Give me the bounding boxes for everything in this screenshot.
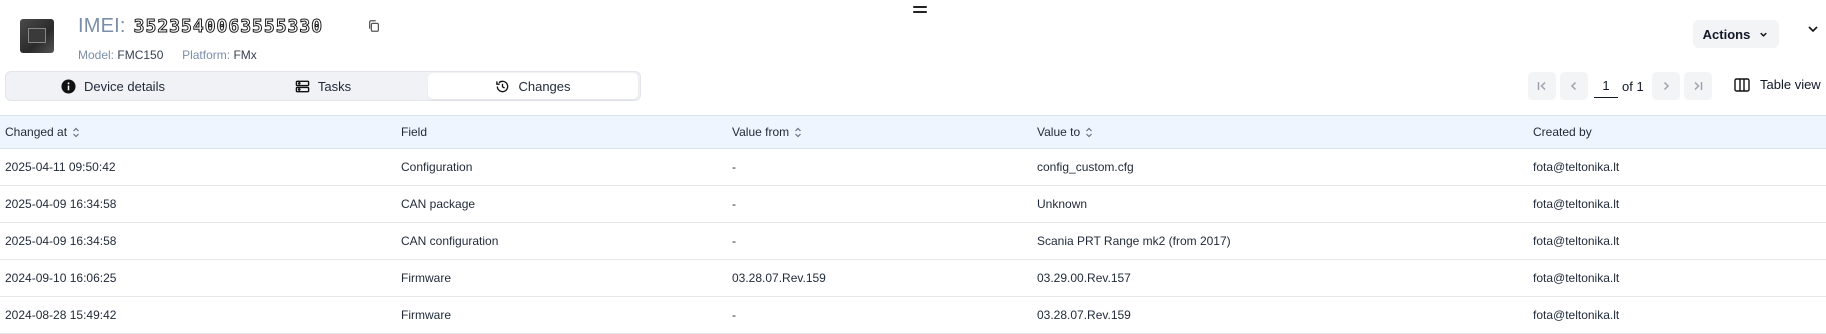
cell-value-to: Scania PRT Range mk2 (from 2017) (1037, 234, 1231, 248)
column-label: Value from (732, 125, 790, 139)
cell-changed-at: 2025-04-09 16:34:58 (5, 234, 117, 248)
cell-changed-at: 2024-09-10 16:06:25 (5, 271, 117, 285)
table-row[interactable]: 2025-04-09 16:34:58 CAN configuration - … (0, 223, 1826, 260)
info-icon (61, 78, 76, 94)
cell-created-by: fota@teltonika.lt (1533, 308, 1620, 322)
table-row[interactable]: 2025-04-11 09:50:42 Configuration - conf… (0, 149, 1826, 186)
collapse-chevron-icon[interactable] (1806, 22, 1820, 36)
imei-label: IMEI: (78, 14, 126, 37)
cell-value-to: 03.29.00.Rev.157 (1037, 271, 1131, 285)
actions-label: Actions (1702, 26, 1751, 42)
device-title-block: IMEI: 3523540063555330 Model: FMC150 Pla… (78, 14, 385, 62)
first-page-button[interactable] (1528, 72, 1556, 100)
chevron-left-icon (1570, 81, 1577, 91)
tab-label: Device details (84, 78, 165, 94)
imei-row: IMEI: 3523540063555330 (78, 14, 385, 38)
cell-changed-at: 2024-08-28 15:49:42 (5, 308, 117, 322)
last-page-icon (1694, 81, 1702, 91)
cell-field: Firmware (401, 308, 451, 322)
sort-icon (73, 127, 79, 137)
device-header: IMEI: 3523540063555330 Model: FMC150 Pla… (20, 14, 385, 62)
cell-created-by: fota@teltonika.lt (1533, 160, 1620, 174)
copy-icon[interactable] (363, 15, 385, 37)
platform-value: FMx (233, 48, 257, 62)
platform-label: Platform: (182, 48, 231, 62)
cell-value-from: - (732, 234, 736, 248)
drag-handle-icon[interactable] (913, 6, 927, 16)
column-label: Changed at (5, 125, 68, 139)
cell-value-from: 03.28.07.Rev.159 (732, 271, 826, 285)
changes-table: Changed at Field Value from Value to Cre… (0, 115, 1826, 334)
column-header-field: Field (401, 116, 427, 148)
next-page-button[interactable] (1651, 72, 1680, 100)
first-page-icon (1537, 81, 1546, 91)
pagination: 1 of 1 (1528, 72, 1716, 100)
model-value: FMC150 (117, 48, 164, 62)
table-view-toggle[interactable]: Table view (1734, 77, 1821, 92)
cell-created-by: fota@teltonika.lt (1533, 234, 1620, 248)
tab-bar: Device details Tasks Changes (5, 71, 641, 101)
tab-device-details[interactable]: Device details (8, 73, 218, 99)
column-header-value-to[interactable]: Value to (1037, 116, 1093, 148)
cell-value-from: - (732, 197, 736, 211)
cell-value-to: Unknown (1037, 197, 1088, 211)
column-label: Created by (1533, 125, 1592, 139)
tab-label: Tasks (317, 78, 352, 94)
cell-created-by: fota@teltonika.lt (1533, 271, 1620, 285)
column-label: Value to (1037, 125, 1081, 139)
page-total: of 1 (1622, 78, 1644, 94)
tab-changes[interactable]: Changes (428, 73, 638, 99)
column-header-created-by: Created by (1533, 116, 1592, 148)
tab-tasks[interactable]: Tasks (218, 73, 428, 99)
model-label: Model: (78, 48, 115, 62)
cell-field: Firmware (401, 271, 451, 285)
cell-value-to: config_custom.cfg (1037, 160, 1134, 174)
table-header: Changed at Field Value from Value to Cre… (0, 115, 1826, 149)
column-header-changed-at[interactable]: Changed at (5, 116, 80, 148)
cell-value-from: - (732, 308, 736, 322)
cell-value-to: 03.28.07.Rev.159 (1037, 308, 1131, 322)
cell-created-by: fota@teltonika.lt (1533, 197, 1620, 211)
tasks-icon (295, 80, 310, 92)
chevron-right-icon (1663, 81, 1669, 91)
cell-changed-at: 2025-04-11 09:50:42 (5, 160, 116, 174)
sort-icon (1086, 127, 1093, 137)
last-page-button[interactable] (1683, 72, 1712, 100)
prev-page-button[interactable] (1560, 72, 1588, 100)
table-view-label: Table view (1760, 77, 1821, 92)
cell-field: Configuration (401, 160, 473, 174)
actions-button[interactable]: Actions (1693, 20, 1779, 48)
column-header-value-from[interactable]: Value from (732, 116, 802, 148)
tab-label: Changes (518, 78, 571, 94)
device-thumbnail (20, 19, 54, 53)
history-icon (496, 80, 509, 92)
columns-icon (1734, 77, 1750, 92)
cell-field: CAN configuration (401, 234, 499, 248)
imei-value: 3523540063555330 (133, 15, 324, 37)
cell-changed-at: 2025-04-09 16:34:58 (5, 197, 117, 211)
cell-value-from: - (732, 160, 736, 174)
table-row[interactable]: 2024-08-28 15:49:42 Firmware - 03.28.07.… (0, 297, 1826, 334)
cell-field: CAN package (401, 197, 476, 211)
table-row[interactable]: 2024-09-10 16:06:25 Firmware 03.28.07.Re… (0, 260, 1826, 297)
device-meta: Model: FMC150 Platform: FMx (78, 48, 385, 62)
sort-icon (795, 127, 802, 137)
column-label: Field (401, 125, 428, 139)
chevron-down-icon (1760, 32, 1768, 37)
table-row[interactable]: 2025-04-09 16:34:58 CAN package - Unknow… (0, 186, 1826, 223)
page-number-input[interactable]: 1 (1594, 78, 1618, 98)
